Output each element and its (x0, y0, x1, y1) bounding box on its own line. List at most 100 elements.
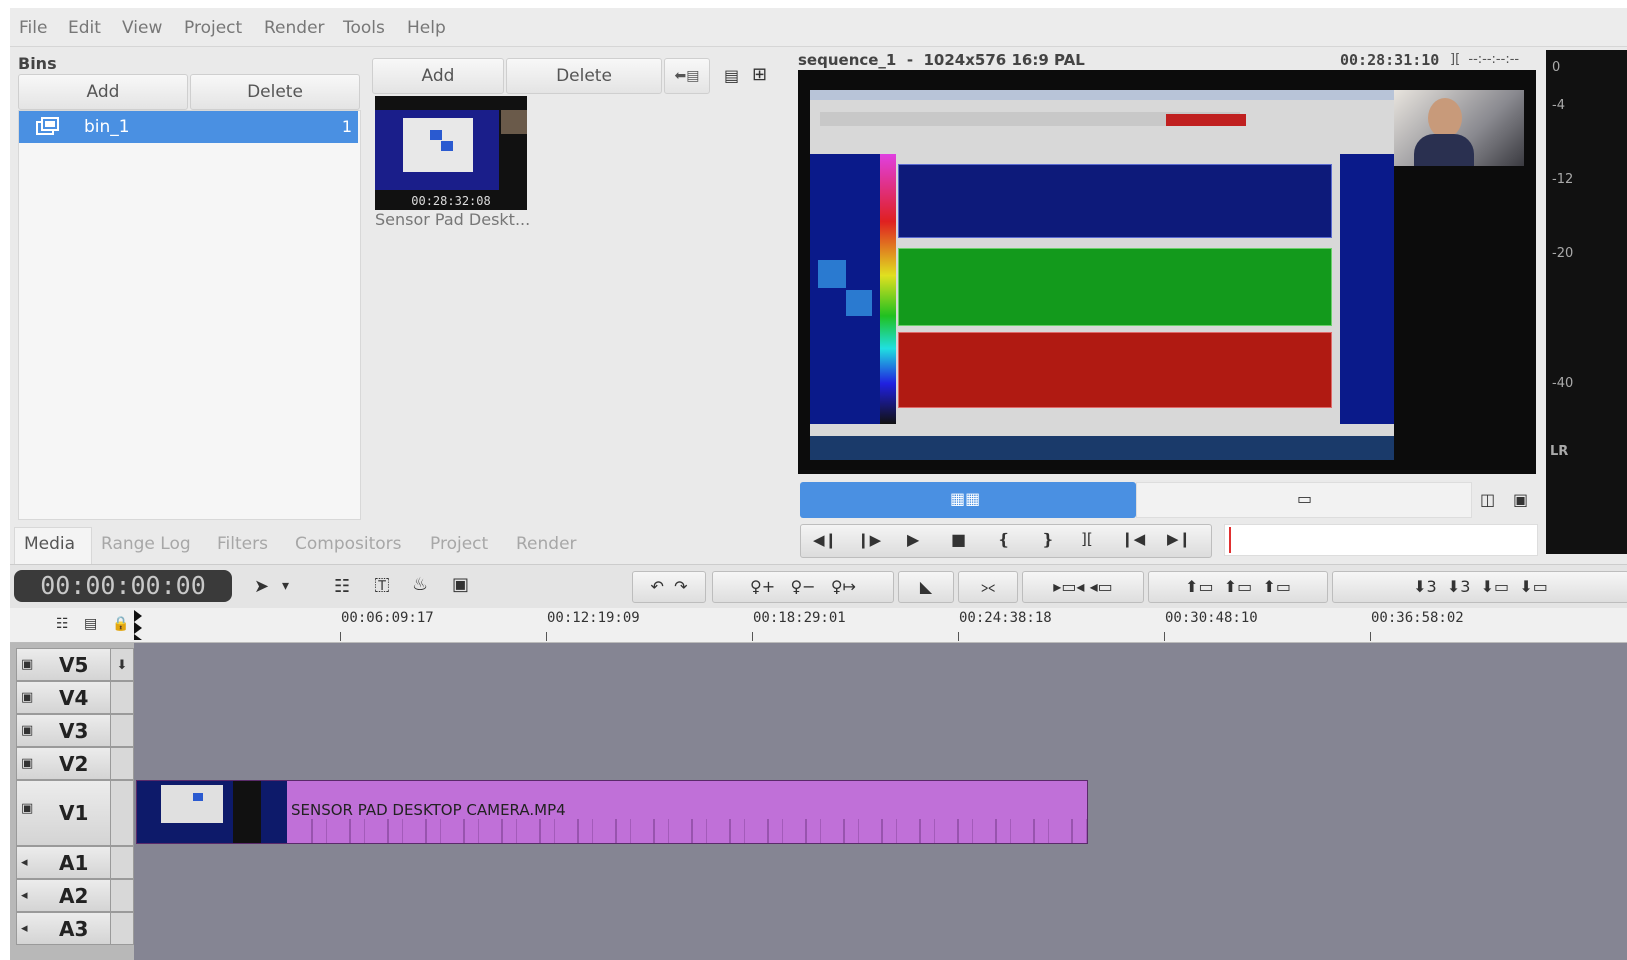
trim-left-icon[interactable]: ▸▭◂ (1053, 577, 1084, 596)
track-lock-area[interactable] (110, 748, 133, 779)
transport-controls: ◀❙ ❙▶ ▶ ■ ❴ ❵ ][ ❙◀ ▶❙ (800, 524, 1212, 558)
stop-icon[interactable]: ■ (951, 530, 966, 549)
media-clip-thumbnail[interactable]: 00:28:32:08 (375, 96, 527, 210)
timeline-position-display[interactable]: 00:00:00:00 (14, 570, 232, 602)
track-lock-area[interactable] (110, 847, 133, 878)
zoom-fit-icon[interactable]: ♀↦ (831, 577, 856, 596)
tool-menu-icon[interactable]: ▾ (282, 578, 289, 594)
zoom-buttons: ♀+ ♀− ♀↦ (712, 571, 894, 603)
track-lock-area[interactable] (110, 682, 133, 713)
filmstrip-icon: ▦▦ (950, 489, 981, 508)
tab-compositors[interactable]: Compositors (295, 534, 402, 554)
track-lock-area[interactable] (110, 715, 133, 746)
screen-chart-green (898, 248, 1332, 326)
lock-icon[interactable]: 🔒 (112, 616, 129, 632)
tab-media[interactable]: Media (24, 534, 75, 554)
sync-icon[interactable]: ⪥ (958, 571, 1018, 603)
monitor-timeline-toggle[interactable]: ▦▦ (800, 482, 1136, 518)
lift-icon[interactable]: ⬆▭ (1185, 577, 1214, 596)
audio-toggle-icon[interactable]: ◂ (21, 888, 28, 903)
timeline-clip-v1[interactable]: SENSOR PAD DESKTOP CAMERA.MP4 (136, 780, 1088, 844)
menu-help[interactable]: Help (407, 18, 446, 38)
screen-chart-blue (898, 164, 1332, 238)
track-toggle-icon[interactable]: ▣ (21, 801, 33, 816)
zoom-out-icon[interactable]: ♀− (790, 577, 815, 596)
ripple-delete-icon[interactable]: ⬆▭ (1224, 577, 1253, 596)
tab-project[interactable]: Project (430, 534, 488, 554)
menu-project[interactable]: Project (184, 18, 242, 38)
track-toggle-icon[interactable]: ▣ (21, 657, 33, 672)
play-icon[interactable]: ▶ (907, 530, 919, 549)
track-header-v4[interactable]: ▣ V4 (16, 681, 134, 714)
zoom-in-icon[interactable]: ♀+ (750, 577, 775, 596)
monitor-clip-toggle[interactable]: ▭ (1136, 482, 1472, 518)
replace-icon[interactable]: ⬇▭ (1519, 577, 1548, 596)
bin-count: 1 (341, 117, 352, 136)
track-lock-area[interactable] (110, 913, 133, 944)
render-icon[interactable]: ▣ (452, 574, 469, 595)
menu-file[interactable]: File (19, 18, 47, 38)
meter-label-4: -4 (1552, 98, 1565, 113)
mixer-icon[interactable]: ☷ (334, 576, 350, 597)
list-view-icon[interactable]: ▤ (724, 66, 739, 85)
next-frame-icon[interactable]: ❙▶ (857, 531, 881, 549)
menu-tools[interactable]: Tools (343, 18, 385, 38)
insert-icon[interactable]: ⬇3 (1413, 577, 1437, 596)
overwrite-icon[interactable]: ⬇3 (1447, 577, 1471, 596)
screen-left-pane (810, 154, 880, 424)
titler-icon[interactable]: 🇹 (374, 574, 390, 595)
tab-render[interactable]: Render (516, 534, 577, 554)
menu-render[interactable]: Render (264, 18, 325, 38)
track-lock-area[interactable] (110, 880, 133, 911)
pointer-tool-icon[interactable]: ➤ (254, 576, 269, 597)
mark-out-icon[interactable]: ❵ (1041, 530, 1054, 549)
track-header-a3[interactable]: ◂ A3 (16, 912, 134, 945)
fullscreen-icon[interactable]: ▣ (1513, 490, 1528, 509)
snapping-icon[interactable]: ◣ (898, 571, 954, 603)
screen-right-pane (1340, 154, 1394, 424)
split-view-icon[interactable]: ◫ (1480, 490, 1495, 509)
track-lock-area[interactable] (110, 781, 133, 845)
bins-delete-button[interactable]: Delete (190, 74, 360, 110)
undo-icon[interactable]: ↶ (651, 577, 664, 596)
track-header-v3[interactable]: ▣ V3 (16, 714, 134, 747)
append-icon[interactable]: ⬇▭ (1481, 577, 1510, 596)
to-start-icon[interactable]: ❙◀ (1121, 530, 1145, 548)
track-header-a1[interactable]: ◂ A1 (16, 846, 134, 879)
track-toggle-icon[interactable]: ▣ (21, 723, 33, 738)
monitor-scrubber[interactable] (1224, 524, 1538, 556)
track-header-v2[interactable]: ▣ V2 (16, 747, 134, 780)
expand-tracks-icon[interactable]: ☷ (56, 616, 69, 632)
media-delete-button[interactable]: Delete (506, 58, 662, 94)
track-header-v1[interactable]: ▣ V1 (16, 780, 134, 846)
trim-right-icon[interactable]: ◂▭ (1090, 577, 1113, 596)
prev-frame-icon[interactable]: ◀❙ (813, 531, 837, 549)
audio-toggle-icon[interactable]: ◂ (21, 921, 28, 936)
bin-item-bin-1[interactable]: bin_1 1 (19, 111, 358, 143)
menu-view[interactable]: View (122, 18, 162, 38)
media-add-button[interactable]: Add (372, 58, 504, 94)
track-header-a2[interactable]: ◂ A2 (16, 879, 134, 912)
redo-icon[interactable]: ↷ (674, 577, 687, 596)
mark-in-icon[interactable]: ❴ (997, 530, 1010, 549)
audio-toggle-icon[interactable]: ◂ (21, 855, 28, 870)
to-end-icon[interactable]: ▶❙ (1167, 530, 1191, 548)
compositor-icon[interactable]: ▤ (84, 616, 97, 632)
menu-edit[interactable]: Edit (68, 18, 101, 38)
track-target-icon[interactable]: ⬇ (110, 649, 133, 680)
video-monitor[interactable] (798, 70, 1536, 474)
timeline-ruler[interactable]: ☷ ▤ 🔒 00:06:09:17 00:12:19:09 00:18:29:0… (10, 608, 1627, 643)
insert-to-timeline-icon[interactable]: ⬅▤ (664, 58, 710, 94)
track-header-v5[interactable]: ▣ V5 ⬇ (16, 648, 134, 681)
bins-add-button[interactable]: Add (18, 74, 188, 110)
clear-marks-icon[interactable]: ][ (1081, 530, 1093, 548)
grid-view-icon[interactable]: ⊞ (752, 64, 767, 85)
track-toggle-icon[interactable]: ▣ (21, 756, 33, 771)
extract-icon[interactable]: ⬆▭ (1262, 577, 1291, 596)
track-toggle-icon[interactable]: ▣ (21, 690, 33, 705)
effects-icon[interactable]: ♨ (412, 574, 428, 595)
tab-filters[interactable]: Filters (217, 534, 268, 554)
track-name: V4 (59, 686, 89, 710)
tab-range-log[interactable]: Range Log (101, 534, 191, 554)
ruler-playhead[interactable] (134, 610, 142, 640)
